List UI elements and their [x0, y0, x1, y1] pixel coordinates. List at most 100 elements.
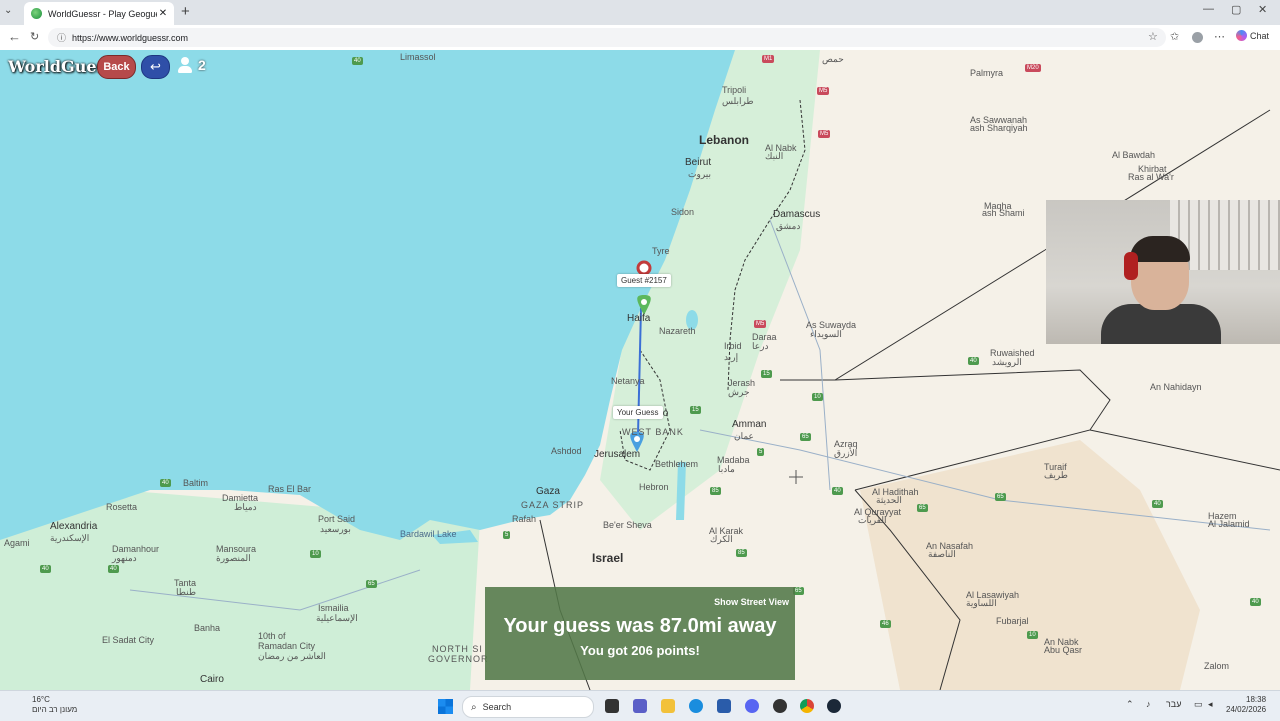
reload-icon[interactable]: ↻ — [30, 30, 39, 43]
tab-search-icon[interactable]: ⌄ — [4, 5, 12, 16]
label-north-sinai-2: GOVERNOR — [428, 654, 489, 664]
label-damietta-ar: دمياط — [234, 502, 257, 512]
label-al-nabk-ar: النبك — [765, 151, 784, 161]
label-al-qurayyat-ar: القريات — [858, 515, 887, 525]
tab-title: WorldGuessr - Play Geoguessr for Free — [48, 8, 157, 19]
road-shield: 65 — [366, 580, 377, 588]
road-shield: 40 — [832, 487, 843, 495]
label-tenth-ramadan: 10th of — [258, 631, 286, 641]
label-port-said-ar: بورسعيد — [320, 524, 351, 534]
file-explorer-icon[interactable] — [661, 699, 675, 713]
network-icon[interactable]: ▭ — [1194, 699, 1203, 710]
label-al-karak-ar: الكرك — [710, 534, 733, 544]
back-button[interactable]: Back — [97, 55, 136, 79]
edge-icon[interactable] — [689, 699, 703, 713]
label-banha: Banha — [194, 623, 221, 633]
road-shield: 40 — [968, 357, 979, 365]
weather-widget[interactable]: 16°C מעונן רב היום — [12, 695, 77, 715]
road-shield: 10 — [812, 393, 823, 401]
browser-toolbar: ← ↻ ⓘ https://www.worldguessr.com ☆ ✩ ⋯ … — [0, 25, 1280, 51]
label-lebanon: Lebanon — [699, 133, 749, 147]
profile-avatar[interactable] — [1192, 32, 1203, 43]
chrome-icon[interactable] — [800, 699, 814, 713]
favorites-icon[interactable]: ✩ — [1170, 30, 1179, 43]
weather-temp: 16°C — [32, 695, 50, 704]
label-netanya: Netanya — [611, 376, 645, 386]
browser-tab[interactable]: WorldGuessr - Play Geoguessr for Free ✕ — [24, 2, 174, 25]
road-shield: 40 — [40, 565, 51, 573]
label-tripoli-ar: طرابلس — [722, 96, 754, 106]
favorite-star-icon[interactable]: ☆ — [1148, 30, 1158, 43]
microphone-icon[interactable]: ♪ — [1146, 699, 1151, 709]
teams-icon[interactable] — [633, 699, 647, 713]
road-shield: 40 — [352, 57, 363, 65]
back-arrow-icon[interactable]: ← — [8, 29, 21, 44]
road-shield: 65 — [995, 493, 1006, 501]
road-shield: 40 — [160, 479, 171, 487]
weather-desc: מעונן רב היום — [32, 705, 78, 714]
taskbar-search-label: Search — [482, 702, 512, 712]
copilot-chat-button[interactable]: Chat — [1236, 30, 1269, 41]
label-beirut: Beirut — [685, 157, 712, 168]
actual-location-marker — [636, 260, 652, 276]
label-jerusalem: Jerusalem — [594, 449, 641, 460]
road-shield: M5 — [818, 130, 831, 138]
new-tab-icon[interactable]: + — [181, 3, 190, 20]
steam-icon[interactable] — [827, 699, 841, 713]
minimize-icon[interactable]: — — [1203, 3, 1214, 15]
close-window-icon[interactable]: ✕ — [1258, 3, 1267, 16]
volume-icon[interactable]: ◂ — [1208, 699, 1213, 710]
road-shield: 85 — [710, 487, 721, 495]
label-tanta-ar: طنطا — [176, 587, 197, 597]
label-limassol: Limassol — [400, 52, 436, 62]
browser-tabstrip: ⌄ WorldGuessr - Play Geoguessr for Free … — [0, 0, 1280, 25]
undo-arrow-icon[interactable]: ↩ — [141, 55, 170, 79]
label-jerash-ar: جرش — [728, 387, 750, 397]
label-al-bawdah: Al Bawdah — [1112, 150, 1156, 160]
webcam-overlay — [1046, 200, 1280, 344]
discord-icon[interactable] — [745, 699, 759, 713]
label-an-nahidayn: An Nahidayn — [1150, 382, 1202, 392]
label-tripoli: Tripoli — [722, 85, 747, 95]
label-beirut-ar: بيروت — [688, 169, 712, 179]
label-damanhour-ar: دمنهور — [112, 553, 137, 563]
more-menu-icon[interactable]: ⋯ — [1214, 30, 1225, 43]
chat-label: Chat — [1250, 30, 1270, 41]
webcam-person-hair — [1130, 236, 1190, 262]
label-zalom: Zalom — [1204, 661, 1230, 671]
road-shield: M5 — [754, 320, 767, 328]
label-al-hadithah-ar: الحديثة — [876, 495, 902, 505]
url-text[interactable]: https://www.worldguessr.com — [72, 33, 188, 43]
road-shield: 65 — [800, 433, 811, 441]
language-indicator[interactable]: עבר — [1166, 699, 1181, 709]
site-info-icon[interactable]: ⓘ — [57, 31, 66, 44]
obs-icon[interactable] — [773, 699, 787, 713]
taskbar-clock[interactable]: 18:38 24/02/2026 — [1226, 695, 1266, 715]
road-shield: 5 — [503, 531, 511, 539]
copilot-icon — [1236, 30, 1247, 41]
your-guess-label: Your Guess — [613, 406, 663, 419]
clock-time: 18:38 — [1246, 695, 1267, 704]
label-tenth-ramadan-2: Ramadan City — [258, 641, 316, 651]
label-alexandria: Alexandria — [50, 521, 98, 532]
windows-start-icon[interactable] — [438, 699, 453, 714]
taskbar-search[interactable]: ⌕ Search — [462, 696, 594, 718]
label-ismailia: Ismailia — [318, 603, 349, 613]
road-shield: M1 — [762, 55, 775, 63]
maximize-icon[interactable]: ▢ — [1231, 3, 1241, 16]
road-shield: M5 — [817, 87, 830, 95]
points-text: You got 206 points! — [580, 643, 700, 658]
label-al-lasawiyah-ar: اللساوية — [966, 598, 997, 608]
label-north-sinai: NORTH SI — [432, 644, 483, 654]
label-baltim: Baltim — [183, 478, 209, 488]
show-street-view-button[interactable]: Show Street View — [714, 597, 789, 607]
road-shield: 46 — [880, 620, 891, 628]
store-icon[interactable] — [717, 699, 731, 713]
address-bar[interactable]: ⓘ https://www.worldguessr.com — [48, 28, 1166, 47]
close-tab-icon[interactable]: ✕ — [157, 8, 169, 19]
label-el-sadat: El Sadat City — [102, 635, 155, 645]
label-west-bank: WEST BANK — [622, 427, 684, 437]
label-amman: Amman — [732, 419, 767, 430]
task-view-icon[interactable] — [605, 699, 619, 713]
tray-chevron-icon[interactable]: ⌃ — [1126, 699, 1134, 710]
